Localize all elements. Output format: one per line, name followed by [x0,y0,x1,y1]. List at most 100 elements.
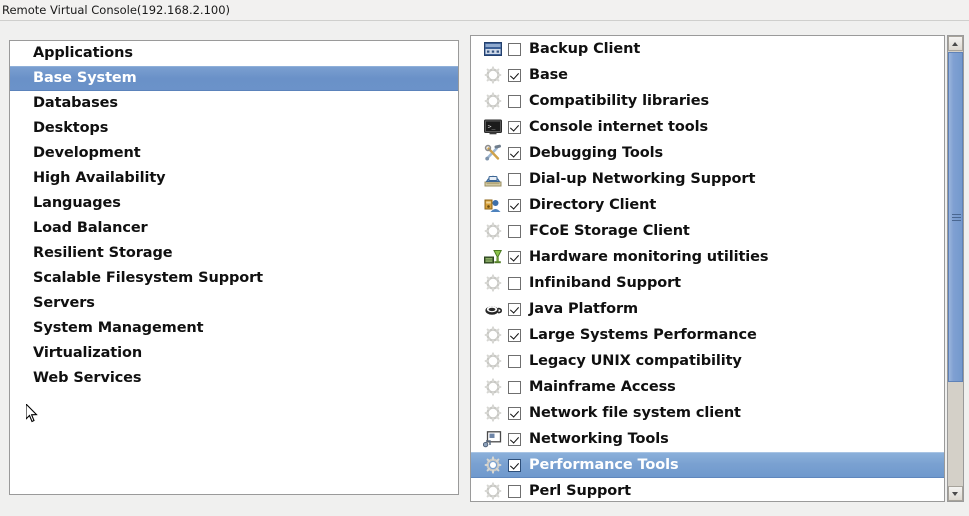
package-checkbox[interactable] [508,381,521,394]
package-row[interactable]: FCoE Storage Client [471,218,944,244]
package-checkbox[interactable] [508,199,521,212]
package-label: Network file system client [529,405,741,421]
package-label: Java Platform [529,301,638,317]
package-row[interactable]: Hardware monitoring utilities [471,244,944,270]
gear-icon [483,404,503,422]
package-row[interactable]: Dial-up Networking Support [471,166,944,192]
category-row[interactable]: Scalable Filesystem Support [10,266,458,291]
package-checkbox[interactable] [508,95,521,108]
package-list[interactable]: Backup Client BaseCompatibility libraries… [470,35,945,502]
category-row[interactable]: Servers [10,291,458,316]
category-row[interactable]: Base System [10,66,458,91]
package-checkbox[interactable] [508,355,521,368]
category-label: Web Services [33,370,141,386]
package-checkbox[interactable] [508,329,521,342]
package-label: Backup Client [529,41,640,57]
package-checkbox[interactable] [508,43,521,56]
package-row[interactable]: Mainframe Access [471,374,944,400]
package-label: Infiniband Support [529,275,681,291]
category-row[interactable]: Desktops [10,116,458,141]
scroll-up-button[interactable] [948,36,963,51]
package-checkbox[interactable] [508,251,521,264]
category-row[interactable]: Languages [10,191,458,216]
gear-icon [483,66,503,84]
package-label: Performance Tools [529,457,679,473]
network-monitor-icon [483,430,503,448]
gear-icon [483,222,503,240]
package-checkbox[interactable] [508,407,521,420]
package-checkbox[interactable] [508,459,521,472]
gear-icon [483,326,503,344]
package-row[interactable]: Network file system client [471,400,944,426]
gear-icon [483,352,503,370]
java-coffee-icon [483,300,503,318]
package-checkbox[interactable] [508,303,521,316]
scroll-down-button[interactable] [948,486,963,501]
package-row[interactable]: Perl Support [471,478,944,502]
category-label: Servers [33,295,95,311]
package-row[interactable]: Performance Tools [471,452,944,478]
category-row[interactable]: Resilient Storage [10,241,458,266]
category-row[interactable]: Web Services [10,366,458,391]
package-checkbox[interactable] [508,485,521,498]
package-row[interactable]: >_Console internet tools [471,114,944,140]
category-row[interactable]: System Management [10,316,458,341]
modem-icon [483,170,503,188]
directory-icon [483,196,503,214]
scrollbar-thumb[interactable] [948,52,963,382]
gear-icon [483,456,503,474]
category-label: Load Balancer [33,220,148,236]
package-row[interactable]: Infiniband Support [471,270,944,296]
package-row[interactable]: Base [471,62,944,88]
category-label: Databases [33,95,118,111]
package-checkbox[interactable] [508,225,521,238]
tools-icon [483,144,503,162]
package-row[interactable]: Backup Client [471,36,944,62]
category-row[interactable]: Applications [10,41,458,66]
category-row[interactable]: Load Balancer [10,216,458,241]
category-label: System Management [33,320,203,336]
category-label: Scalable Filesystem Support [33,270,263,286]
category-label: High Availability [33,170,166,186]
package-row[interactable]: Large Systems Performance [471,322,944,348]
package-label: FCoE Storage Client [529,223,690,239]
remote-console-window: Remote Virtual Console(192.168.2.100) Ap… [0,0,969,516]
category-row[interactable]: High Availability [10,166,458,191]
package-checkbox[interactable] [508,173,521,186]
gear-icon [483,92,503,110]
package-row[interactable]: Java Platform [471,296,944,322]
package-row[interactable]: Legacy UNIX compatibility [471,348,944,374]
gear-icon [483,274,503,292]
category-label: Desktops [33,120,108,136]
package-label: Networking Tools [529,431,669,447]
category-label: Base System [33,70,137,86]
package-row[interactable]: Networking Tools [471,426,944,452]
category-list[interactable]: Applications Base System Databases Desktops… [9,40,459,495]
package-checkbox[interactable] [508,277,521,290]
scroll-up-arrow-icon [952,42,958,46]
category-row[interactable]: Development [10,141,458,166]
hardware-monitor-icon [483,248,503,266]
category-row[interactable]: Virtualization [10,341,458,366]
package-label: Dial-up Networking Support [529,171,755,187]
package-label: Large Systems Performance [529,327,757,343]
package-checkbox[interactable] [508,433,521,446]
category-row[interactable]: Databases [10,91,458,116]
package-row[interactable]: Compatibility libraries [471,88,944,114]
package-label: Perl Support [529,483,631,499]
package-label: Directory Client [529,197,656,213]
package-list-scrollbar[interactable] [947,35,964,502]
package-row[interactable]: Debugging Tools [471,140,944,166]
package-row[interactable]: Directory Client [471,192,944,218]
category-label: Applications [33,45,133,61]
package-label: Console internet tools [529,119,708,135]
category-label: Virtualization [33,345,142,361]
window-title: Remote Virtual Console(192.168.2.100) [0,0,969,20]
package-checkbox[interactable] [508,147,521,160]
category-label: Resilient Storage [33,245,172,261]
category-label: Languages [33,195,121,211]
package-checkbox[interactable] [508,121,521,134]
package-checkbox[interactable] [508,69,521,82]
window-body: Applications Base System Databases Desktops… [0,21,969,516]
scrollbar-grip-icon [952,214,961,221]
